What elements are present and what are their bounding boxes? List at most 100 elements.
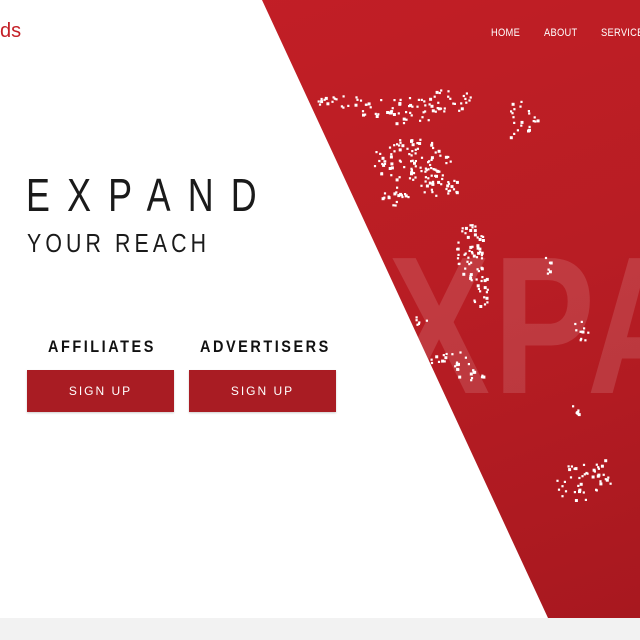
map-dot <box>413 161 416 165</box>
map-dot <box>584 498 587 501</box>
map-dot <box>411 143 415 147</box>
map-dot <box>433 168 436 171</box>
map-dot <box>469 229 473 232</box>
map-dot <box>576 412 579 415</box>
map-dot <box>481 239 485 242</box>
map-dot <box>373 165 377 168</box>
map-dot <box>456 248 459 251</box>
map-dot <box>320 100 324 104</box>
map-dot <box>451 353 454 356</box>
map-dot <box>393 99 396 102</box>
map-dot <box>607 476 610 479</box>
map-dot <box>474 225 477 228</box>
map-dot <box>386 111 390 114</box>
map-dot <box>476 244 480 248</box>
map-dot <box>375 151 378 154</box>
map-dot <box>602 473 605 476</box>
map-dot <box>584 339 587 342</box>
map-dot <box>425 184 429 188</box>
map-dot <box>469 273 473 277</box>
map-dot <box>462 272 466 276</box>
map-dot <box>396 186 399 189</box>
map-dot <box>423 100 426 103</box>
map-dot <box>420 156 424 159</box>
hero-headline: EXPAND <box>26 169 274 221</box>
map-dot <box>410 114 413 117</box>
map-dot <box>420 98 423 101</box>
map-dot <box>544 256 548 260</box>
map-dot <box>378 159 381 163</box>
map-dot <box>447 155 450 159</box>
map-dot <box>511 102 515 106</box>
map-dot <box>520 100 523 103</box>
map-dot <box>318 103 322 106</box>
map-dot <box>326 102 330 106</box>
map-dot <box>581 330 585 334</box>
map-dot <box>460 102 463 105</box>
map-dot <box>469 96 472 99</box>
map-dot <box>405 111 408 114</box>
map-dot <box>432 180 435 183</box>
map-dot <box>437 360 441 363</box>
affiliates-label: AFFILIATES <box>48 337 156 356</box>
map-dot <box>362 113 365 117</box>
map-dot <box>595 463 598 466</box>
map-dot <box>380 99 383 102</box>
nav-item-home[interactable]: HOME <box>491 27 520 39</box>
map-dot <box>520 124 523 127</box>
map-dot <box>447 182 451 185</box>
map-dot <box>476 284 480 288</box>
map-dot <box>380 172 384 176</box>
map-dot <box>440 89 443 92</box>
map-dot <box>432 146 435 150</box>
map-dot <box>536 119 540 123</box>
map-dot <box>597 473 601 477</box>
map-dot <box>443 107 446 110</box>
nav-item-services[interactable]: SERVICES <box>601 27 640 39</box>
map-dot <box>468 249 471 252</box>
map-dot <box>579 482 583 486</box>
map-dot <box>447 190 450 193</box>
map-dot <box>417 98 420 101</box>
affiliates-signup-button[interactable]: SIGN UP <box>27 370 174 412</box>
map-dot <box>425 319 428 322</box>
map-dot <box>431 182 435 186</box>
map-dot <box>528 125 531 128</box>
map-dot <box>609 482 612 485</box>
map-dot <box>519 105 522 108</box>
map-dot <box>468 263 471 266</box>
map-dot <box>509 136 513 140</box>
map-dot <box>440 183 443 186</box>
advertisers-signup-button[interactable]: SIGN UP <box>189 370 336 412</box>
map-dot <box>485 296 489 300</box>
map-dot <box>579 330 582 333</box>
map-dot <box>430 174 433 177</box>
map-dot <box>388 146 392 149</box>
map-dot <box>578 490 581 494</box>
map-dot <box>429 182 432 185</box>
map-dot <box>390 162 394 166</box>
map-dot <box>418 142 422 145</box>
map-dot <box>520 120 524 124</box>
map-dot <box>404 194 408 198</box>
map-dot <box>466 260 469 263</box>
footer-strip <box>0 618 640 640</box>
map-dot <box>419 138 422 141</box>
map-dot <box>402 122 406 125</box>
map-dot <box>599 480 602 483</box>
map-dot <box>471 252 474 255</box>
map-dot <box>592 468 596 472</box>
map-dot <box>453 179 456 182</box>
map-dot <box>464 356 467 359</box>
map-dot <box>548 270 552 274</box>
site-logo[interactable]: ds <box>0 20 21 43</box>
map-dot <box>333 97 336 100</box>
map-dot <box>392 204 395 207</box>
map-dot <box>429 97 433 101</box>
map-dot <box>395 200 398 204</box>
map-dot <box>401 195 404 199</box>
nav-item-about[interactable]: ABOUT <box>544 27 577 39</box>
map-dot <box>546 272 549 275</box>
map-dot <box>604 459 608 463</box>
map-dot <box>569 476 573 479</box>
